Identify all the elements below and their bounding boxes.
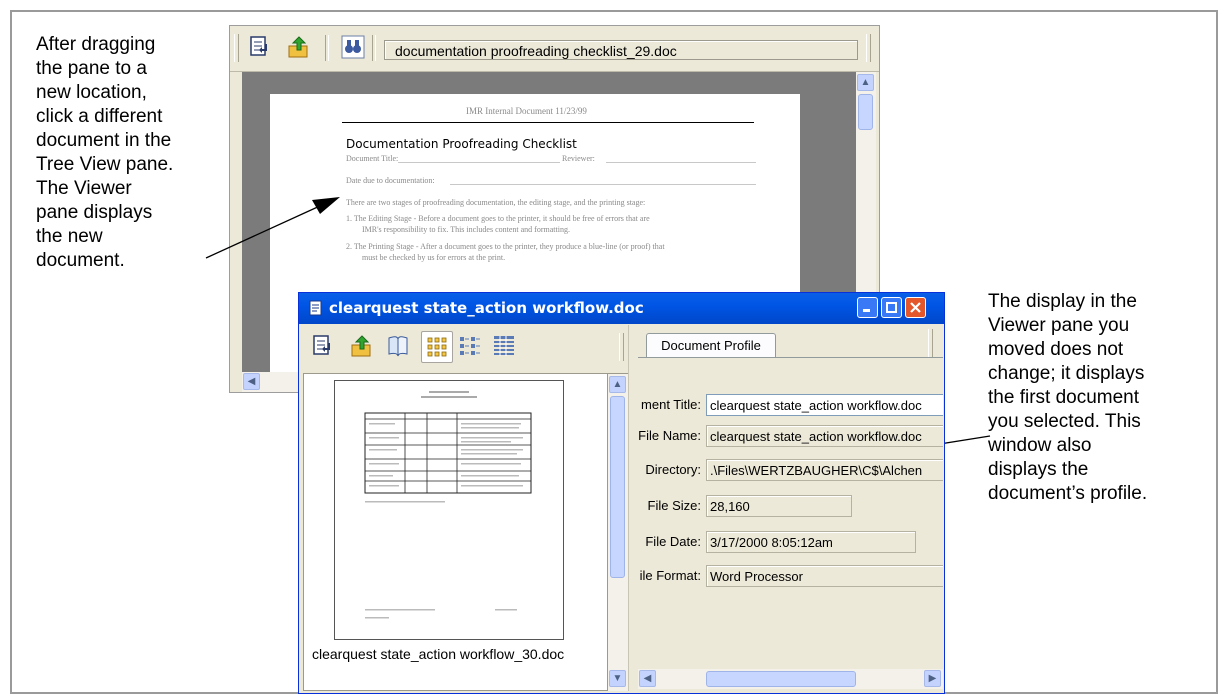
file-format-field: Word Processor <box>706 565 943 587</box>
tree-toggle-icon[interactable] <box>311 333 337 359</box>
document-icon <box>309 300 323 316</box>
close-icon <box>910 302 921 313</box>
details-view-icon[interactable] <box>491 333 517 359</box>
thumbnail-preview <box>364 391 532 619</box>
scroll-down-icon[interactable]: ▼ <box>609 670 626 687</box>
file-name-field: clearquest state_action workflow.doc <box>706 425 943 447</box>
list-view-icon[interactable] <box>457 333 483 359</box>
directory-label: Directory: <box>645 462 701 477</box>
maximize-button[interactable] <box>881 297 902 318</box>
scroll-thumb[interactable] <box>610 396 625 578</box>
thumbnail-view-icon[interactable] <box>421 331 453 363</box>
toolbar-grip[interactable] <box>928 329 933 357</box>
document-title-field[interactable]: clearquest state_action workflow.doc <box>706 394 943 416</box>
document-list: clearquest state_action workflow_30.doc <box>303 373 608 691</box>
window-title: clearquest state_action workflow.doc <box>329 299 644 317</box>
file-date-field: 3/17/2000 8:05:12am <box>706 531 916 553</box>
open-book-icon[interactable] <box>385 333 411 359</box>
document-title-label: ment Title: <box>641 397 701 412</box>
profile-horizontal-scrollbar[interactable]: ◀ ▶ <box>638 669 943 689</box>
window-title-bar[interactable]: clearquest state_action workflow.doc <box>299 293 944 324</box>
maximize-icon <box>886 302 897 313</box>
tab-underline <box>638 357 943 358</box>
document-thumbnail[interactable] <box>334 380 564 640</box>
document-filename[interactable]: clearquest state_action workflow_30.doc <box>312 646 564 662</box>
minimize-button[interactable] <box>857 297 878 318</box>
directory-field: .\Files\WERTZBAUGHER\C$\Alchen <box>706 459 943 481</box>
tab-document-profile[interactable]: Document Profile <box>646 333 776 358</box>
moved-viewer-window: clearquest state_action workflow.doc cle… <box>298 292 945 694</box>
left-arrowhead <box>312 197 340 214</box>
close-button[interactable] <box>905 297 926 318</box>
scroll-right-icon[interactable]: ▶ <box>924 670 941 687</box>
left-callout-arrow <box>205 204 323 259</box>
minimize-icon <box>863 309 870 312</box>
file-name-label: File Name: <box>638 428 701 443</box>
scroll-left-icon[interactable]: ◀ <box>639 670 656 687</box>
file-date-label: File Date: <box>645 534 701 549</box>
up-folder-icon[interactable] <box>349 333 375 359</box>
toolbar-grip[interactable] <box>619 333 624 361</box>
file-size-label: File Size: <box>647 498 701 513</box>
file-size-field: 28,160 <box>706 495 852 517</box>
scroll-thumb[interactable] <box>706 671 856 687</box>
tree-view-pane: clearquest state_action workflow_30.doc … <box>303 325 628 691</box>
file-format-label: ile Format: <box>639 568 701 583</box>
document-profile-pane: Document Profile ment Title: clearquest … <box>638 325 943 691</box>
scroll-up-icon[interactable]: ▲ <box>609 376 626 393</box>
list-vertical-scrollbar[interactable]: ▲ ▼ <box>608 373 628 691</box>
